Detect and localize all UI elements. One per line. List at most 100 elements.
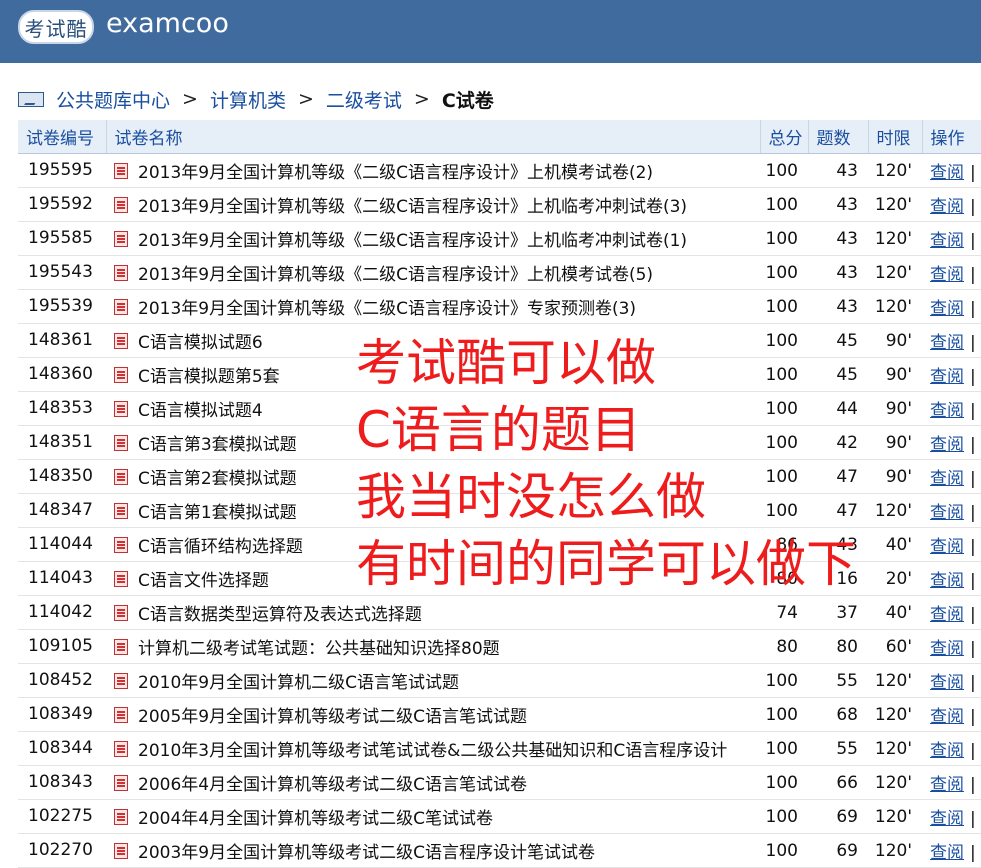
paper-time-limit: 120': [868, 221, 922, 256]
paper-name[interactable]: 2013年9月全国计算机等级《二级C语言程序设计》专家预测卷(3): [138, 299, 636, 319]
paper-name-cell[interactable]: 2013年9月全国计算机等级《二级C语言程序设计》上机模考试卷(5): [106, 255, 760, 290]
view-link[interactable]: 查阅: [930, 231, 964, 251]
paper-name-cell[interactable]: 2005年9月全国计算机等级考试二级C语言笔试试题: [106, 697, 760, 732]
paper-name-cell[interactable]: 2013年9月全国计算机等级《二级C语言程序设计》专家预测卷(3): [106, 289, 760, 324]
view-link[interactable]: 查阅: [930, 435, 964, 455]
paper-name[interactable]: C语言文件选择题: [138, 571, 269, 591]
paper-name[interactable]: 2006年4月全国计算机等级考试二级C语言笔试试卷: [138, 775, 527, 795]
paper-name-cell[interactable]: 2010年9月全国计算机二级C语言笔试试题: [106, 663, 760, 698]
view-link[interactable]: 查阅: [930, 401, 964, 421]
view-link[interactable]: 查阅: [930, 333, 964, 353]
paper-name[interactable]: 2010年3月全国计算机等级考试笔试试卷&二级公共基础知识和C语言程序设计: [138, 741, 727, 761]
paper-name[interactable]: 2013年9月全国计算机等级《二级C语言程序设计》上机模考试卷(5): [138, 265, 653, 285]
paper-id: 195595: [18, 153, 106, 188]
document-icon: [114, 741, 128, 757]
view-link[interactable]: 查阅: [930, 299, 964, 319]
action-cell: 查阅 |: [922, 289, 981, 324]
column-header-name[interactable]: 试卷名称: [106, 120, 761, 154]
paper-name-cell[interactable]: 2003年9月全国计算机等级考试二级C语言程序设计笔试试卷: [106, 833, 760, 868]
paper-name-cell[interactable]: 2013年9月全国计算机等级《二级C语言程序设计》上机模考试卷(2): [106, 153, 760, 188]
paper-name[interactable]: 2013年9月全国计算机等级《二级C语言程序设计》上机临考冲刺试卷(1): [138, 231, 687, 251]
table-row[interactable]: 114042 C语言数据类型运算符及表达式选择题 74 37 40' 查阅 |: [18, 595, 981, 630]
paper-name[interactable]: C语言第2套模拟试题: [138, 469, 297, 489]
view-link[interactable]: 查阅: [930, 537, 964, 557]
action-cell: 查阅 |: [922, 459, 981, 494]
table-row[interactable]: 195592 2013年9月全国计算机等级《二级C语言程序设计》上机临考冲刺试卷(…: [18, 187, 981, 222]
view-link[interactable]: 查阅: [930, 367, 964, 387]
table-row[interactable]: 108349 2005年9月全国计算机等级考试二级C语言笔试试题 100 68 120'…: [18, 697, 981, 732]
paper-name[interactable]: 计算机二级考试笔试题：公共基础知识选择80题: [138, 639, 500, 659]
table-row[interactable]: 108343 2006年4月全国计算机等级考试二级C语言笔试试卷 100 66 120'…: [18, 765, 981, 800]
action-separator: |: [970, 163, 976, 183]
paper-name[interactable]: C语言模拟试题4: [138, 401, 263, 421]
paper-id: 195539: [18, 289, 106, 324]
paper-question-count: 68: [808, 697, 868, 732]
brand-name[interactable]: examcoo: [106, 8, 229, 39]
view-link[interactable]: 查阅: [930, 673, 964, 693]
document-icon: [114, 673, 128, 689]
paper-name-cell[interactable]: C语言数据类型运算符及表达式选择题: [106, 595, 760, 630]
column-header-time[interactable]: 时限: [868, 120, 923, 154]
overlay-line: 有时间的同学可以做下: [356, 535, 856, 593]
paper-name[interactable]: 2005年9月全国计算机等级考试二级C语言笔试试题: [138, 707, 527, 727]
column-header-id[interactable]: 试卷编号: [18, 120, 107, 154]
breadcrumb-link-computer[interactable]: 计算机类: [210, 86, 286, 113]
table-row[interactable]: 102275 2004年4月全国计算机等级考试二级C笔试试卷 100 69 120' 查阅…: [18, 799, 981, 834]
paper-name[interactable]: 2004年4月全国计算机等级考试二级C笔试试卷: [138, 809, 493, 829]
paper-name[interactable]: 2003年9月全国计算机等级考试二级C语言程序设计笔试试卷: [138, 843, 595, 863]
paper-name[interactable]: 2010年9月全国计算机二级C语言笔试试题: [138, 673, 459, 693]
view-link[interactable]: 查阅: [930, 741, 964, 761]
paper-name[interactable]: 2013年9月全国计算机等级《二级C语言程序设计》上机模考试卷(2): [138, 163, 653, 183]
paper-time-limit: 90': [868, 391, 922, 426]
action-cell: 查阅 |: [922, 425, 981, 460]
paper-time-limit: 90': [868, 323, 922, 358]
paper-name-cell[interactable]: 2004年4月全国计算机等级考试二级C笔试试卷: [106, 799, 760, 834]
breadcrumb-separator: >: [297, 88, 314, 110]
view-link[interactable]: 查阅: [930, 775, 964, 795]
table-row[interactable]: 195595 2013年9月全国计算机等级《二级C语言程序设计》上机模考试卷(2)…: [18, 153, 981, 188]
table-row[interactable]: 108452 2010年9月全国计算机二级C语言笔试试题 100 55 120' 查阅 |: [18, 663, 981, 698]
view-link[interactable]: 查阅: [930, 265, 964, 285]
paper-name[interactable]: 2013年9月全国计算机等级《二级C语言程序设计》上机临考冲刺试卷(3): [138, 197, 687, 217]
document-icon: [114, 503, 128, 519]
table-row[interactable]: 195543 2013年9月全国计算机等级《二级C语言程序设计》上机模考试卷(5)…: [18, 255, 981, 290]
action-cell: 查阅 |: [922, 357, 981, 392]
table-row[interactable]: 102270 2003年9月全国计算机等级考试二级C语言程序设计笔试试卷 100 69…: [18, 833, 981, 868]
view-link[interactable]: 查阅: [930, 843, 964, 863]
paper-name-cell[interactable]: 2010年3月全国计算机等级考试笔试试卷&二级公共基础知识和C语言程序设计: [106, 731, 760, 766]
paper-name[interactable]: C语言数据类型运算符及表达式选择题: [138, 605, 422, 625]
paper-name-cell[interactable]: 2006年4月全国计算机等级考试二级C语言笔试试卷: [106, 765, 760, 800]
paper-name[interactable]: C语言模拟题第5套: [138, 367, 280, 387]
column-header-count[interactable]: 题数: [808, 120, 869, 154]
view-link[interactable]: 查阅: [930, 163, 964, 183]
table-row[interactable]: 108344 2010年3月全国计算机等级考试笔试试卷&二级公共基础知识和C语言程…: [18, 731, 981, 766]
view-link[interactable]: 查阅: [930, 197, 964, 217]
view-link[interactable]: 查阅: [930, 809, 964, 829]
action-cell: 查阅 |: [922, 255, 981, 290]
document-icon: [114, 333, 128, 349]
view-link[interactable]: 查阅: [930, 469, 964, 489]
view-link[interactable]: 查阅: [930, 571, 964, 591]
paper-score: 100: [760, 731, 808, 766]
paper-name[interactable]: C语言第1套模拟试题: [138, 503, 297, 523]
paper-time-limit: 120': [868, 255, 922, 290]
table-row[interactable]: 195539 2013年9月全国计算机等级《二级C语言程序设计》专家预测卷(3) 1…: [18, 289, 981, 324]
table-row[interactable]: 109105 计算机二级考试笔试题：公共基础知识选择80题 80 80 60' 查阅 |: [18, 629, 981, 664]
paper-name-cell[interactable]: 2013年9月全国计算机等级《二级C语言程序设计》上机临考冲刺试卷(3): [106, 187, 760, 222]
breadcrumb-link-public-bank[interactable]: 公共题库中心: [56, 86, 170, 113]
paper-name[interactable]: C语言循环结构选择题: [138, 537, 303, 557]
table-row[interactable]: 195585 2013年9月全国计算机等级《二级C语言程序设计》上机临考冲刺试卷(…: [18, 221, 981, 256]
paper-name[interactable]: C语言第3套模拟试题: [138, 435, 297, 455]
site-logo[interactable]: 考试酷: [18, 10, 94, 44]
view-link[interactable]: 查阅: [930, 605, 964, 625]
view-link[interactable]: 查阅: [930, 639, 964, 659]
breadcrumb-link-level2[interactable]: 二级考试: [326, 86, 402, 113]
paper-name[interactable]: C语言模拟试题6: [138, 333, 263, 353]
paper-name-cell[interactable]: 2013年9月全国计算机等级《二级C语言程序设计》上机临考冲刺试卷(1): [106, 221, 760, 256]
paper-question-count: 80: [808, 629, 868, 664]
paper-name-cell[interactable]: 计算机二级考试笔试题：公共基础知识选择80题: [106, 629, 760, 664]
action-cell: 查阅 |: [922, 833, 981, 868]
column-header-score[interactable]: 总分: [760, 120, 809, 154]
view-link[interactable]: 查阅: [930, 503, 964, 523]
view-link[interactable]: 查阅: [930, 707, 964, 727]
